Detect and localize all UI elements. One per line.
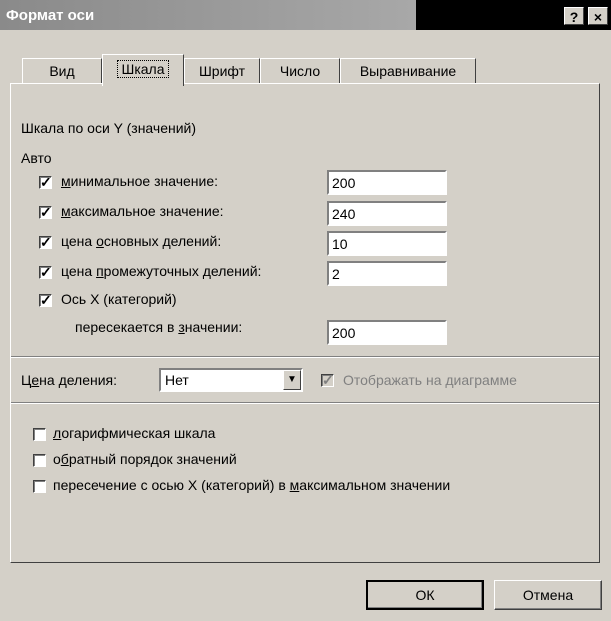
tab-number[interactable]: Число bbox=[260, 58, 340, 84]
tab-view-label: Вид bbox=[49, 63, 75, 79]
reverse-order-checkbox[interactable] bbox=[33, 454, 46, 467]
display-on-chart-label: Отображать на диаграмме bbox=[343, 372, 517, 388]
tab-number-label: Число bbox=[279, 63, 321, 79]
title-bar: Формат оси ? × bbox=[0, 0, 611, 30]
display-on-chart-checkbox[interactable]: ✓ bbox=[321, 372, 334, 388]
check-icon: ✓ bbox=[40, 234, 52, 250]
division-select-value: Нет bbox=[165, 372, 189, 388]
check-icon: ✓ bbox=[40, 174, 52, 190]
check-icon: ✓ bbox=[40, 204, 52, 220]
log-scale-label: логарифмическая шкала bbox=[53, 425, 216, 441]
tab-scale-label: Шкала bbox=[117, 60, 169, 78]
major-auto-checkbox[interactable]: ✓ bbox=[39, 234, 52, 250]
major-label: цена основных делений: bbox=[61, 233, 222, 249]
separator bbox=[11, 402, 599, 404]
cross-label: Ось X (категорий) bbox=[61, 291, 177, 307]
check-icon: ✓ bbox=[322, 372, 334, 388]
max-value-field[interactable]: 240 bbox=[327, 201, 447, 226]
auto-label: Авто bbox=[21, 150, 52, 166]
min-label: минимальное значение: bbox=[61, 173, 219, 189]
min-auto-checkbox[interactable]: ✓ bbox=[39, 174, 52, 190]
cancel-button[interactable]: Отмена bbox=[494, 580, 602, 610]
minor-value-field[interactable]: 2 bbox=[327, 261, 447, 286]
tab-font[interactable]: Шрифт bbox=[184, 58, 260, 84]
cross-at-max-checkbox[interactable] bbox=[33, 480, 46, 493]
cross-at-max-label: пересечение с осью X (категорий) в макси… bbox=[53, 477, 451, 493]
cross-value-field[interactable]: 200 bbox=[327, 320, 447, 345]
scale-heading: Шкала по оси Y (значений) bbox=[21, 120, 197, 136]
reverse-order-label: обратный порядок значений bbox=[53, 451, 237, 467]
cross-sub-label: пересекается в значении: bbox=[75, 319, 243, 335]
max-auto-checkbox[interactable]: ✓ bbox=[39, 204, 52, 220]
window-title: Формат оси bbox=[6, 7, 95, 24]
help-button[interactable]: ? bbox=[564, 7, 584, 25]
minor-auto-checkbox[interactable]: ✓ bbox=[39, 264, 52, 280]
ok-button[interactable]: ОК bbox=[366, 580, 484, 610]
division-select[interactable]: Нет ▼ bbox=[159, 368, 303, 392]
tab-view[interactable]: Вид bbox=[22, 58, 102, 84]
max-label: максимальное значение: bbox=[61, 203, 224, 219]
close-button[interactable]: × bbox=[588, 7, 608, 25]
tab-alignment-label: Выравнивание bbox=[359, 63, 457, 79]
tab-panel-scale: Шкала по оси Y (значений) Авто ✓ минимал… bbox=[10, 83, 600, 563]
dialog-body: Вид Шкала Шрифт Число Выравнивание Шкала… bbox=[0, 30, 611, 621]
minor-label: цена промежуточных делений: bbox=[61, 263, 262, 279]
check-icon: ✓ bbox=[40, 292, 52, 308]
tab-font-label: Шрифт bbox=[198, 63, 246, 79]
min-value-field[interactable]: 200 bbox=[327, 170, 447, 195]
cross-auto-checkbox[interactable]: ✓ bbox=[39, 292, 52, 308]
division-label: Цена деления: bbox=[21, 372, 118, 388]
dropdown-arrow-icon[interactable]: ▼ bbox=[283, 370, 301, 390]
check-icon: ✓ bbox=[40, 264, 52, 280]
tab-scale[interactable]: Шкала bbox=[102, 54, 184, 86]
separator bbox=[11, 356, 599, 358]
log-scale-checkbox[interactable] bbox=[33, 428, 46, 441]
major-value-field[interactable]: 10 bbox=[327, 231, 447, 256]
tab-alignment[interactable]: Выравнивание bbox=[340, 58, 476, 84]
